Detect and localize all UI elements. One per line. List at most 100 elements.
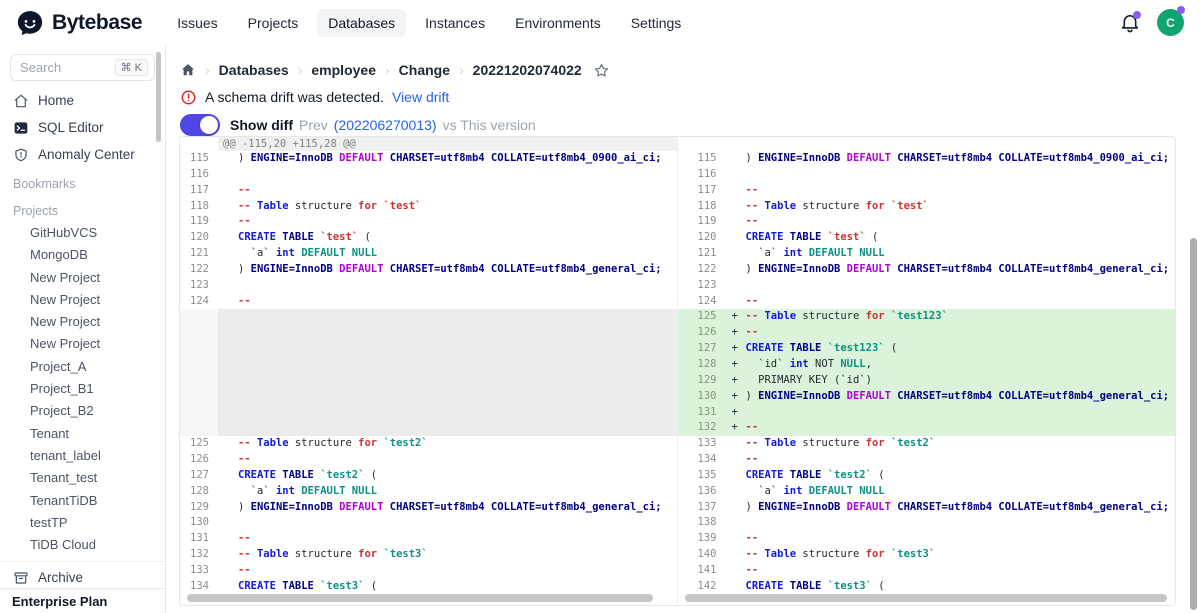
code-token: CHARSET=utf8mb4 xyxy=(390,152,485,164)
sidebar-project-new-project[interactable]: New Project xyxy=(0,333,165,355)
breadcrumb-home-icon[interactable] xyxy=(180,62,196,78)
sidebar-project-project-b1[interactable]: Project_B1 xyxy=(0,378,165,400)
diff-line: 122) ENGINE=InnoDB DEFAULT CHARSET=utf8m… xyxy=(678,262,1176,278)
sidebar-project-tenanttidb[interactable]: TenantTiDB xyxy=(0,490,165,512)
diff-sign xyxy=(726,563,746,579)
code-token: ( xyxy=(866,231,879,243)
diff-sign xyxy=(218,484,238,500)
code-token: -- xyxy=(746,184,759,196)
notifications-bell-icon[interactable] xyxy=(1119,12,1141,34)
nav-item-environments[interactable]: Environments xyxy=(504,9,612,37)
code-text: -- xyxy=(238,452,677,468)
user-avatar[interactable]: C xyxy=(1157,9,1184,36)
breadcrumb-item-employee[interactable]: employee xyxy=(311,62,376,78)
code-token: -- xyxy=(746,421,759,433)
line-number: 136 xyxy=(678,484,726,500)
sidebar-project-githubvcs[interactable]: GitHubVCS xyxy=(0,222,165,244)
prev-version-link[interactable]: (202206270013) xyxy=(334,117,437,133)
code-text: -- xyxy=(238,531,677,547)
code-text: CREATE TABLE `test` ( xyxy=(238,230,677,246)
sidebar-project-tenant-test[interactable]: Tenant_test xyxy=(0,467,165,489)
sidebar-project-new-project[interactable]: New Project xyxy=(0,289,165,311)
bytebase-logo[interactable]: Bytebase xyxy=(16,9,142,37)
search-box[interactable]: ⌘ K xyxy=(10,54,155,81)
line-number xyxy=(180,137,218,151)
diff-line: 134CREATE TABLE `test3` ( xyxy=(180,579,677,595)
code-token: -- xyxy=(238,215,251,227)
right-pane-horizontal-scrollbar[interactable] xyxy=(685,594,1167,602)
diff-line: 117-- xyxy=(678,183,1176,199)
code-token: DEFAULT xyxy=(339,263,383,275)
bookmark-star-icon[interactable] xyxy=(593,62,610,79)
code-text: ) ENGINE=InnoDB DEFAULT CHARSET=utf8mb4 … xyxy=(238,151,677,167)
sidebar-scrollbar[interactable] xyxy=(156,52,161,142)
diff-line: 129+ PRIMARY KEY (`id`) xyxy=(678,373,1176,389)
code-text: CREATE TABLE `test2` ( xyxy=(746,468,1176,484)
show-diff-label: Show diff xyxy=(230,117,293,133)
diff-pane-current[interactable]: 115) ENGINE=InnoDB DEFAULT CHARSET=utf8m… xyxy=(678,137,1176,605)
diff-sign xyxy=(726,151,746,167)
code-token: Table xyxy=(764,437,796,449)
main-content: › Databases › employee › Change › 202212… xyxy=(167,45,1200,613)
code-token: ( xyxy=(364,469,377,481)
code-token: ( xyxy=(872,580,885,592)
code-text: -- xyxy=(746,325,1176,341)
diff-pane-previous[interactable]: @@ -115,20 +115,28 @@115) ENGINE=InnoDB … xyxy=(180,137,678,605)
code-token: -- xyxy=(238,532,251,544)
code-token: ) xyxy=(238,501,251,513)
sidebar-project-tidb-cloud[interactable]: TiDB Cloud xyxy=(0,534,165,556)
code-token: `test3` xyxy=(891,548,935,560)
diff-line: 116 xyxy=(180,167,677,183)
code-text: `id` int NOT NULL, xyxy=(746,357,1176,373)
diff-line: 136 `a` int DEFAULT NULL xyxy=(678,484,1176,500)
code-token: `a` xyxy=(238,485,276,497)
nav-item-projects[interactable]: Projects xyxy=(237,9,310,37)
sidebar-item-sql-editor[interactable]: SQL Editor xyxy=(0,114,165,141)
nav-item-issues[interactable]: Issues xyxy=(166,9,228,37)
breadcrumb-item-version[interactable]: 20221202074022 xyxy=(473,62,582,78)
line-number: 128 xyxy=(180,484,218,500)
diff-sign xyxy=(218,515,238,531)
code-text: `a` int DEFAULT NULL xyxy=(746,484,1176,500)
diff-line xyxy=(180,420,677,436)
show-diff-toggle[interactable] xyxy=(180,114,220,136)
code-token: `test` xyxy=(891,200,929,212)
code-text: -- xyxy=(746,531,1176,547)
code-token: int xyxy=(783,247,802,259)
diff-line: 123 xyxy=(180,278,677,294)
sidebar-item-home[interactable]: Home xyxy=(0,87,165,114)
nav-item-databases[interactable]: Databases xyxy=(317,9,406,37)
breadcrumb-item-change[interactable]: Change xyxy=(399,62,450,78)
sidebar-project-testtp[interactable]: testTP xyxy=(0,512,165,534)
sidebar-project-mongodb[interactable]: MongoDB xyxy=(0,244,165,266)
search-shortcut-badge: ⌘ K xyxy=(115,59,148,76)
sidebar-item-label: SQL Editor xyxy=(38,120,104,135)
nav-item-settings[interactable]: Settings xyxy=(620,9,693,37)
nav-item-instances[interactable]: Instances xyxy=(414,9,496,37)
diff-sign xyxy=(726,230,746,246)
line-number: 131 xyxy=(678,405,726,421)
sidebar-project-tenant-label[interactable]: tenant_label xyxy=(0,445,165,467)
sidebar-project-tenant[interactable]: Tenant xyxy=(0,423,165,445)
page-vertical-scrollbar[interactable] xyxy=(1190,238,1197,610)
sidebar-item-anomaly-center[interactable]: Anomaly Center xyxy=(0,141,165,168)
diff-line: 131-- xyxy=(180,531,677,547)
code-token: CHARSET=utf8mb4 xyxy=(897,152,992,164)
sidebar-project-new-project[interactable]: New Project xyxy=(0,311,165,333)
code-token: -- xyxy=(238,453,251,465)
view-drift-link[interactable]: View drift xyxy=(392,89,449,105)
diff-sign xyxy=(726,246,746,262)
sidebar-project-new-project[interactable]: New Project xyxy=(0,267,165,289)
diff-line: 116 xyxy=(678,167,1176,183)
diff-sign xyxy=(218,325,238,341)
breadcrumb-item-databases[interactable]: Databases xyxy=(219,62,289,78)
left-pane-horizontal-scrollbar[interactable] xyxy=(187,594,653,602)
line-number: 119 xyxy=(678,214,726,230)
line-number: 139 xyxy=(678,531,726,547)
search-input[interactable] xyxy=(20,60,106,75)
sidebar-project-project-a[interactable]: Project_A xyxy=(0,356,165,378)
code-token: CHARSET=utf8mb4 xyxy=(390,263,485,275)
top-navbar: Bytebase Issues ProjectsDatabases Instance… xyxy=(0,0,1200,45)
diff-line: 123 xyxy=(678,278,1176,294)
sidebar-project-project-b2[interactable]: Project_B2 xyxy=(0,400,165,422)
